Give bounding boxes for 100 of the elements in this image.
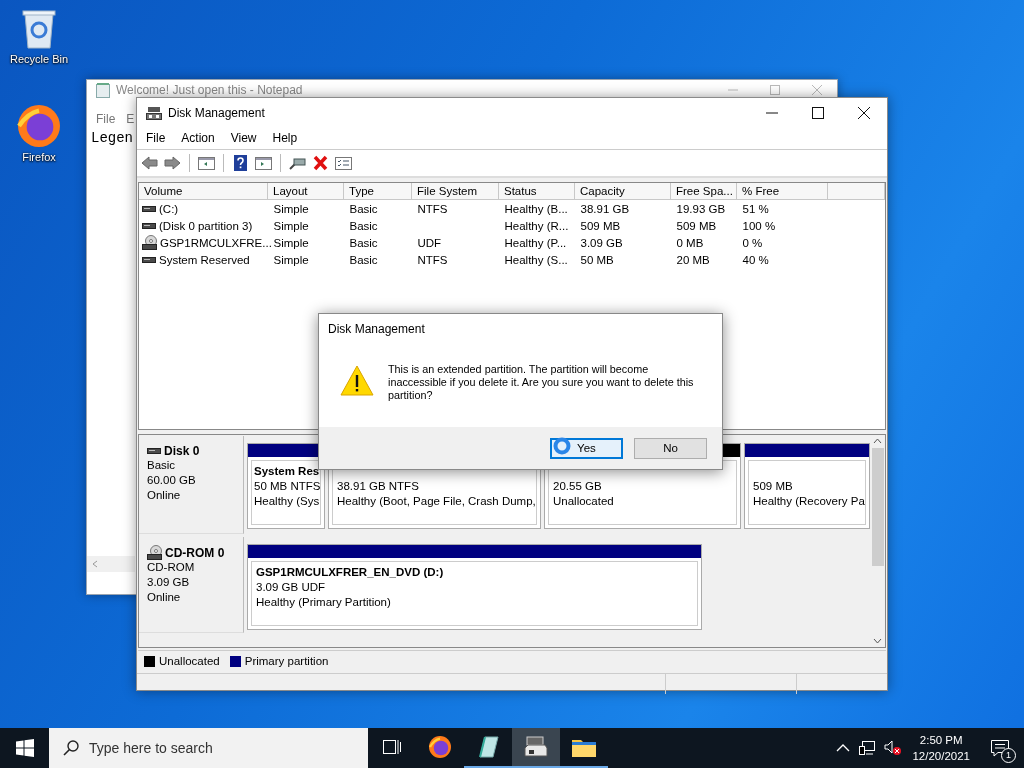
firefox-icon[interactable] (17, 104, 61, 148)
network-icon[interactable] (858, 740, 877, 756)
partition-info: 38.91 GB NTFS (337, 479, 420, 494)
column-header[interactable]: File System (411, 183, 499, 200)
notepad-icon (476, 735, 500, 759)
table-cell: 50 MB (580, 253, 614, 266)
partition-info: Unallocated (553, 494, 615, 509)
properties-icon[interactable] (335, 155, 352, 171)
disk-info: Basic (147, 458, 177, 473)
table-cell: 20 MB (676, 253, 710, 266)
partition-info: 3.09 GB UDF (256, 580, 327, 595)
clock-date[interactable]: 12/20/2021 (912, 748, 970, 764)
window-title: Welcome! Just open this - Notepad (116, 82, 303, 97)
column-header[interactable]: Capacity (574, 183, 671, 200)
cd-drive-icon (147, 545, 162, 560)
window-title: Disk Management (168, 105, 265, 120)
disk-management-icon (146, 105, 162, 120)
scrollbar[interactable] (87, 556, 135, 572)
column-header[interactable]: % Free (736, 183, 828, 200)
partition-block[interactable]: 509 MB Healthy (Recovery Pa (744, 443, 870, 529)
legend-label: Primary partition (244, 655, 329, 667)
table-cell: 509 MB (580, 219, 621, 232)
recycle-bin-icon[interactable] (19, 8, 59, 50)
disk-label-panel[interactable]: CD-ROM 0 CD-ROM 3.09 GB Online (139, 537, 244, 633)
disk-label-panel[interactable]: Disk 0 Basic 60.00 GB Online (139, 436, 244, 534)
notification-icon[interactable] (990, 739, 1010, 757)
scroll-thumb[interactable] (871, 448, 884, 566)
table-cell: 0 MB (676, 236, 704, 249)
table-cell: Simple (273, 202, 309, 215)
menu-item[interactable]: Action (181, 131, 215, 145)
dialog-button[interactable]: No (634, 437, 707, 459)
table-cell: Healthy (B... (504, 202, 568, 215)
windows-start-icon[interactable] (16, 739, 34, 757)
table-cell: Basic (349, 253, 378, 266)
column-header[interactable]: Layout (267, 183, 344, 200)
help-icon[interactable] (232, 155, 249, 171)
search-field[interactable]: Type here to search (49, 728, 368, 768)
plug-icon[interactable] (289, 155, 306, 171)
partition-block[interactable]: System Res 50 MB NTFS Healthy (Sys (247, 443, 325, 529)
menu-item[interactable]: File (96, 112, 116, 126)
table-cell: 51 % (742, 202, 769, 215)
search-icon (63, 740, 79, 756)
search-placeholder: Type here to search (89, 740, 213, 756)
scroll-down-icon[interactable] (873, 638, 882, 644)
table-cell: Healthy (P... (504, 236, 567, 249)
firefox-icon (428, 735, 452, 759)
table-cell: Basic (349, 236, 378, 249)
menu-item[interactable]: E (126, 112, 135, 126)
menu-item[interactable]: View (230, 131, 257, 145)
table-cell: 3.09 GB (580, 236, 623, 249)
table-cell: NTFS (417, 202, 448, 215)
dialog-message: This is an extended partition. The partition will become inaccessible if you delete it. Are you sure you want to delete this partition? (388, 363, 695, 402)
disk-info: Online (147, 590, 182, 605)
desktop-icon-label[interactable]: Recycle Bin (9, 53, 69, 65)
disk-management-icon (524, 736, 548, 758)
column-header[interactable]: Free Spa... (670, 183, 737, 200)
console-tree-icon[interactable] (198, 155, 215, 171)
table-cell[interactable]: System Reserved (159, 253, 250, 266)
chevron-up-icon[interactable] (836, 744, 851, 752)
delete-icon[interactable] (312, 155, 329, 171)
desktop-icon-label[interactable]: Firefox (22, 151, 56, 163)
table-cell: Simple (273, 219, 309, 232)
table-cell: 0 % (742, 236, 763, 249)
back-icon[interactable] (141, 155, 158, 171)
table-cell: UDF (417, 236, 442, 249)
action-pane-icon[interactable] (255, 155, 272, 171)
table-cell: 19.93 GB (676, 202, 726, 215)
partition-info: Healthy (Primary Partition) (256, 595, 392, 610)
maximize-icon[interactable] (811, 105, 825, 120)
table-cell: Basic (349, 202, 378, 215)
table-cell[interactable]: (Disk 0 partition 3) (159, 219, 253, 232)
table-cell[interactable]: (C:) (159, 202, 179, 215)
forward-icon[interactable] (164, 155, 181, 171)
dialog-button[interactable]: Yes (550, 437, 623, 459)
partition-name: System Res (254, 464, 318, 479)
table-cell: NTFS (417, 253, 448, 266)
column-header[interactable]: Volume (139, 183, 268, 200)
close-icon[interactable] (857, 105, 871, 120)
disk-name: CD-ROM 0 (165, 545, 225, 560)
notepad-icon (96, 81, 110, 98)
disk-info: Online (147, 488, 182, 503)
dialog-title: Disk Management (327, 321, 426, 338)
partition-block[interactable]: GSP1RMCULXFRER_EN_DVD (D:) 3.09 GB UDF Healthy (Primary Partition) (247, 544, 702, 630)
disk-info: 3.09 GB (147, 575, 191, 590)
volume-muted-icon[interactable] (884, 740, 903, 756)
legend-label: Unallocated (159, 655, 220, 667)
column-header[interactable]: Type (343, 183, 412, 200)
table-cell: Simple (273, 253, 309, 266)
document-text: Legen (90, 130, 133, 146)
table-cell[interactable]: GSP1RMCULXFRE... (160, 236, 272, 249)
table-cell: Healthy (S... (504, 253, 568, 266)
menu-item[interactable]: Help (272, 131, 298, 145)
scroll-up-icon[interactable] (873, 438, 882, 444)
taskbar-button[interactable] (512, 728, 560, 768)
disk-info: CD-ROM (147, 560, 196, 575)
clock-time[interactable]: 2:50 PM (919, 732, 963, 748)
menu-item[interactable]: File (146, 131, 166, 145)
partition-info: 20.55 GB (553, 479, 603, 494)
table-cell: 38.91 GB (580, 202, 630, 215)
column-header[interactable]: Status (498, 183, 575, 200)
